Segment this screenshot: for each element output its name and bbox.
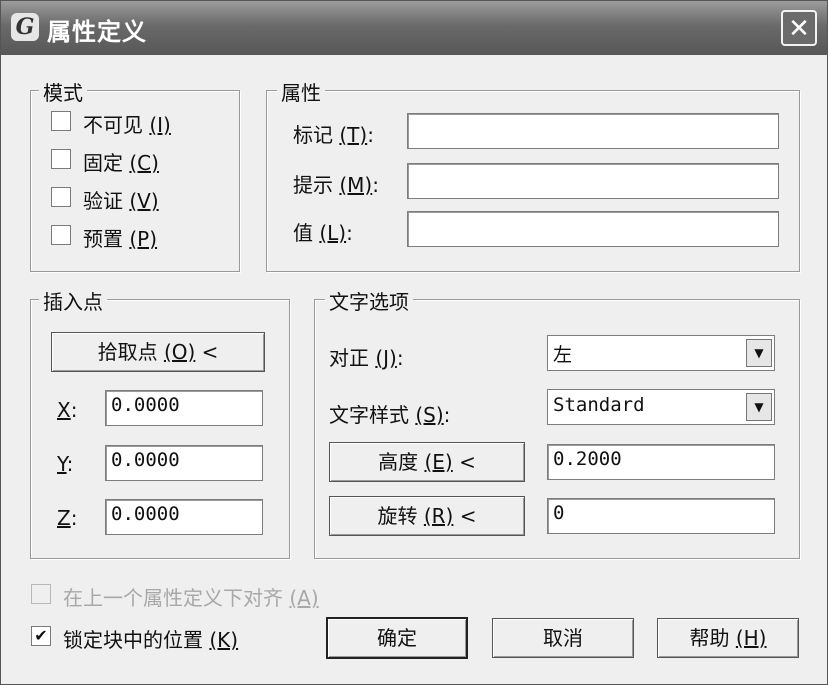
text-style-label: 文字样式 (S):: [329, 403, 451, 427]
constant-checkbox[interactable]: [51, 149, 71, 169]
justify-select[interactable]: 左 ▼: [547, 335, 775, 371]
close-button[interactable]: ✕: [781, 10, 817, 46]
justify-value: 左: [553, 344, 573, 366]
verify-checkbox[interactable]: [51, 187, 71, 207]
text-style-select[interactable]: Standard ▼: [547, 389, 775, 425]
rotation-input[interactable]: 0: [547, 498, 775, 534]
value-label: 值 (L):: [293, 221, 353, 245]
tag-label: 标记 (T):: [293, 123, 374, 147]
chevron-down-icon: ▼: [754, 346, 764, 360]
text-options-group-title: 文字选项: [325, 286, 413, 315]
z-label: Z:: [57, 506, 78, 530]
mode-group-title: 模式: [39, 77, 87, 106]
attribute-definition-dialog: G 属性定义 ✕ 模式 不可见 (I) 固定 (C) 验证 (V) 预置 (P)…: [0, 0, 828, 685]
prompt-input[interactable]: [407, 163, 779, 199]
tag-input[interactable]: [407, 113, 779, 149]
attribute-group-title: 属性: [277, 77, 325, 106]
insertion-point-group: 插入点 拾取点 (O) < X: 0.0000 Y: 0.0000 Z: 0.0…: [30, 286, 290, 559]
cancel-button[interactable]: 取消: [492, 618, 634, 658]
verify-label: 验证 (V): [83, 189, 159, 213]
y-input[interactable]: 0.0000: [105, 445, 263, 481]
help-button[interactable]: 帮助 (H): [657, 618, 799, 658]
title-bar[interactable]: G 属性定义 ✕: [1, 1, 827, 55]
invisible-checkbox[interactable]: [51, 111, 71, 131]
lock-position-label: 锁定块中的位置 (K): [63, 628, 239, 652]
text-style-value: Standard: [553, 394, 645, 416]
constant-label: 固定 (C): [83, 151, 159, 175]
x-label: X:: [57, 398, 78, 422]
dialog-title: 属性定义: [47, 18, 147, 46]
close-icon: ✕: [788, 14, 810, 44]
rotation-button[interactable]: 旋转 (R) <: [329, 496, 525, 536]
chevron-down-icon: ▼: [754, 400, 764, 414]
justify-dropdown-button[interactable]: ▼: [746, 339, 772, 367]
preset-label: 预置 (P): [83, 227, 158, 251]
value-input[interactable]: [407, 211, 779, 247]
justify-label: 对正 (J):: [329, 346, 404, 370]
ok-button[interactable]: 确定: [326, 617, 468, 659]
align-below-checkbox[interactable]: [31, 584, 51, 604]
lock-position-checkbox[interactable]: ✔: [31, 626, 51, 646]
height-input[interactable]: 0.2000: [547, 444, 775, 480]
text-style-dropdown-button[interactable]: ▼: [746, 393, 772, 421]
mode-group: 模式 不可见 (I) 固定 (C) 验证 (V) 预置 (P): [30, 77, 240, 272]
pick-point-button[interactable]: 拾取点 (O) <: [51, 332, 265, 372]
z-input[interactable]: 0.0000: [105, 499, 263, 535]
invisible-label: 不可见 (I): [83, 113, 171, 137]
text-options-group: 文字选项 对正 (J): 左 ▼ 文字样式 (S): Standard ▼ 高度…: [314, 286, 800, 559]
height-button[interactable]: 高度 (E) <: [329, 442, 525, 482]
attribute-group: 属性 标记 (T): 提示 (M): 值 (L):: [266, 77, 800, 272]
y-label: Y:: [57, 452, 74, 476]
app-logo-icon: G: [11, 13, 39, 41]
preset-checkbox[interactable]: [51, 225, 71, 245]
insertion-point-group-title: 插入点: [39, 286, 107, 315]
align-below-label: 在上一个属性定义下对齐 (A): [63, 586, 319, 610]
prompt-label: 提示 (M):: [293, 173, 379, 197]
x-input[interactable]: 0.0000: [105, 390, 263, 426]
checkmark-icon: ✔: [34, 626, 48, 645]
